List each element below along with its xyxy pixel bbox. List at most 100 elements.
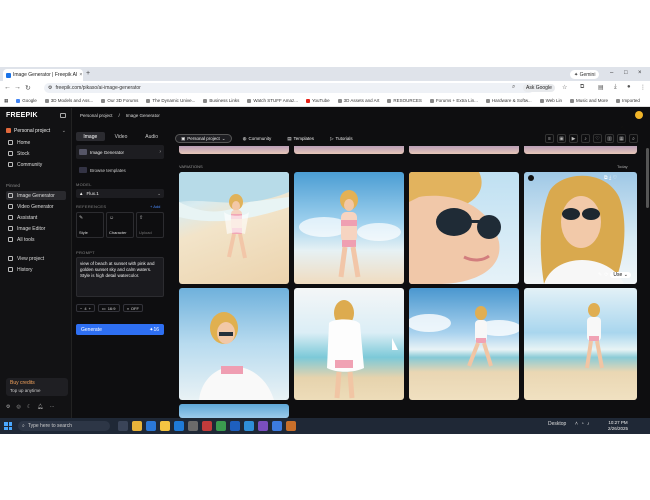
- sidebar-item-all-tools[interactable]: All tools: [6, 235, 66, 244]
- audio-filter-icon[interactable]: ♪: [581, 134, 590, 143]
- freepik-logo[interactable]: FREEPIK: [6, 112, 38, 119]
- windows-start-icon[interactable]: [4, 422, 12, 430]
- breadcrumb-project[interactable]: Personal project: [80, 113, 113, 118]
- sidebar-item-community[interactable]: Community: [6, 160, 66, 169]
- toggle-option-button[interactable]: ◑ OFF: [122, 304, 143, 312]
- app-icon[interactable]: [244, 421, 254, 431]
- prompt-textarea[interactable]: view of beach at sunset with pink and go…: [76, 257, 164, 297]
- gemini-button[interactable]: ✦ Gemini: [570, 70, 600, 79]
- variations-icon[interactable]: ⟳: [604, 272, 608, 278]
- network-icon[interactable]: ◔: [581, 421, 584, 427]
- more-icon[interactable]: ⋯: [50, 404, 55, 410]
- new-tab-button[interactable]: +: [86, 70, 90, 77]
- bookmark-item[interactable]: Web Lin: [539, 98, 562, 103]
- generated-image[interactable]: [524, 288, 637, 400]
- bookmark-item[interactable]: 3D Assets and Art: [337, 98, 379, 103]
- sidepanel-icon[interactable]: ▤: [598, 84, 604, 91]
- upload-reference-button[interactable]: ⇧ Upload: [136, 212, 164, 238]
- app-icon[interactable]: [202, 421, 212, 431]
- maximize-button[interactable]: □: [624, 70, 628, 76]
- browser-tab[interactable]: Image Generator | Freepik AI ×: [3, 69, 83, 81]
- generated-image[interactable]: [409, 172, 519, 284]
- community-link[interactable]: ◍ Community: [238, 134, 277, 143]
- sidebar-item-history[interactable]: History: [6, 265, 66, 274]
- folder-view-icon[interactable]: ▥: [605, 134, 614, 143]
- sidebar-item-assistant[interactable]: Assistant: [6, 213, 66, 222]
- previous-image-strip[interactable]: [179, 146, 289, 154]
- search-icon[interactable]: ⌕: [629, 134, 638, 143]
- app-icon[interactable]: [258, 421, 268, 431]
- tab-image[interactable]: Image: [76, 132, 105, 141]
- sidebar-item-view-project[interactable]: View project: [6, 254, 66, 263]
- minimize-button[interactable]: –: [610, 70, 613, 76]
- help-icon[interactable]: ◎: [16, 404, 20, 410]
- volume-icon[interactable]: ♪: [587, 421, 590, 427]
- edit-icon[interactable]: ✎: [598, 272, 602, 278]
- url-input[interactable]: ⚙ freepik.com/pikaso/ai-image-generator: [44, 83, 534, 93]
- profile-icon[interactable]: ●: [627, 84, 631, 90]
- apps-icon[interactable]: ▦: [4, 98, 8, 104]
- close-window-button[interactable]: ×: [638, 70, 642, 76]
- photoshop-icon[interactable]: [286, 421, 296, 431]
- bookmark-item[interactable]: Watch STUFF Amaz...: [247, 98, 298, 103]
- avatar[interactable]: [635, 111, 643, 119]
- generate-button[interactable]: Generate ✦16: [76, 324, 164, 335]
- theme-icon[interactable]: ☾: [27, 404, 31, 410]
- bookmark-item[interactable]: Our 3D Forums: [101, 98, 138, 103]
- generated-image-hovered[interactable]: ⧉ ⤓ ♡ ✎ ⟳ Use ⌄: [524, 172, 637, 284]
- sidebar-item-home[interactable]: Home: [6, 138, 66, 147]
- previous-image-strip[interactable]: [294, 146, 404, 154]
- bookmark-item[interactable]: Hardware & Softw...: [485, 98, 532, 103]
- ask-google-button[interactable]: Ask Google: [523, 84, 555, 92]
- generated-image[interactable]: [294, 288, 404, 400]
- app-icon[interactable]: [230, 421, 240, 431]
- menu-icon[interactable]: ⋮: [640, 84, 646, 91]
- video-filter-icon[interactable]: ▶: [569, 134, 578, 143]
- templates-link[interactable]: ▤ Templates: [282, 134, 319, 143]
- file-explorer-icon[interactable]: [160, 421, 170, 431]
- generated-image[interactable]: [409, 288, 519, 400]
- bookmark-item[interactable]: Imported: [616, 98, 640, 103]
- sidebar-item-image-editor[interactable]: Image Editor: [6, 224, 66, 233]
- back-icon[interactable]: ←: [4, 84, 11, 91]
- buy-credits-card[interactable]: Buy credits Top up anytime: [6, 378, 68, 396]
- bookmark-item[interactable]: RESOURCES: [387, 98, 422, 103]
- download-icon[interactable]: ⤓: [614, 84, 617, 91]
- app-icon[interactable]: [188, 421, 198, 431]
- task-view-icon[interactable]: [118, 421, 128, 431]
- chevron-up-icon[interactable]: ˄: [575, 421, 578, 427]
- filter-icon[interactable]: ≡: [545, 134, 554, 143]
- bookmark-item[interactable]: Music and More: [570, 98, 608, 103]
- taskbar-search-input[interactable]: ⌕ Type here to search: [18, 421, 110, 431]
- grid-view-icon[interactable]: ▦: [617, 134, 626, 143]
- app-icon[interactable]: [272, 421, 282, 431]
- scrollbar[interactable]: [646, 148, 649, 208]
- notifications-icon[interactable]: 🔔︎: [37, 404, 43, 410]
- project-selector[interactable]: Personal project ⌄: [6, 126, 66, 135]
- browse-templates-button[interactable]: Browse templates: [76, 163, 164, 177]
- site-info-icon[interactable]: ⚙: [48, 85, 52, 91]
- tab-video[interactable]: Video: [107, 132, 136, 141]
- clock[interactable]: 10:27 PM 2/26/2025: [608, 420, 628, 432]
- sidebar-item-stock[interactable]: Stock: [6, 149, 66, 158]
- tutorials-link[interactable]: ▷ Tutorials: [325, 134, 358, 143]
- favorite-icon[interactable]: ♡: [593, 134, 602, 143]
- search-lens-icon[interactable]: ⌕: [512, 84, 515, 91]
- project-filter-pill[interactable]: ▣ Personal project ⌄: [175, 134, 232, 143]
- image-count-stepper[interactable]: −4 +: [76, 304, 95, 312]
- generated-image[interactable]: [179, 172, 289, 284]
- desktop-label[interactable]: Desktop: [548, 421, 566, 427]
- extensions-icon[interactable]: ⧉: [580, 84, 584, 91]
- generated-image[interactable]: [179, 288, 289, 400]
- generated-image[interactable]: [294, 172, 404, 284]
- app-icon[interactable]: [216, 421, 226, 431]
- plus-icon[interactable]: +: [89, 306, 91, 311]
- favorite-icon[interactable]: ♡: [613, 175, 617, 181]
- settings-icon[interactable]: ⚙: [6, 404, 10, 410]
- tab-audio[interactable]: Audio: [137, 132, 166, 141]
- copy-icon[interactable]: ⧉: [604, 175, 608, 181]
- use-button[interactable]: Use ⌄: [610, 272, 631, 278]
- style-reference-button[interactable]: ✎ Style: [76, 212, 104, 238]
- download-icon[interactable]: ⤓: [609, 175, 611, 181]
- generator-selector[interactable]: Image Generator ›: [76, 145, 164, 159]
